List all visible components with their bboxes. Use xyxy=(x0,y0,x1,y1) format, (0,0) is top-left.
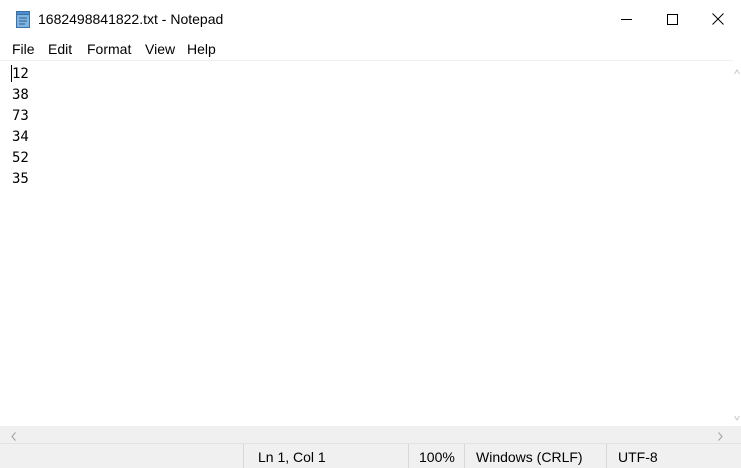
menu-view[interactable]: View xyxy=(145,41,175,57)
minimize-icon xyxy=(620,14,632,25)
close-button[interactable] xyxy=(695,0,741,38)
scroll-up-icon[interactable] xyxy=(734,64,740,75)
maximize-icon xyxy=(666,13,678,25)
close-icon xyxy=(712,13,724,25)
text-line: 35 xyxy=(12,171,29,187)
scroll-left-icon[interactable] xyxy=(9,429,19,441)
menu-help[interactable]: Help xyxy=(187,41,216,57)
text-line: 12 xyxy=(12,66,29,82)
status-cell-encoding: UTF-8 xyxy=(606,444,741,468)
encoding: UTF-8 xyxy=(618,449,658,465)
menu-format[interactable]: Format xyxy=(87,41,131,57)
notepad-icon xyxy=(16,11,30,28)
menu-bar: File Edit Format View Help xyxy=(0,38,741,60)
menu-file[interactable]: File xyxy=(12,41,35,57)
cursor-position: Ln 1, Col 1 xyxy=(258,449,326,465)
text-line: 34 xyxy=(12,129,29,145)
text-caret xyxy=(11,65,12,82)
window-title: 1682498841822.txt - Notepad xyxy=(38,11,224,27)
text-line: 52 xyxy=(12,150,29,166)
status-cell-position: Ln 1, Col 1 xyxy=(243,444,408,468)
title-bar[interactable]: 1682498841822.txt - Notepad xyxy=(0,0,741,38)
maximize-button[interactable] xyxy=(649,0,695,38)
minimize-button[interactable] xyxy=(603,0,649,38)
scroll-right-icon[interactable] xyxy=(715,429,725,441)
line-ending: Windows (CRLF) xyxy=(476,449,583,465)
text-line: 38 xyxy=(12,87,29,103)
vertical-scrollbar[interactable] xyxy=(733,60,741,426)
menu-edit[interactable]: Edit xyxy=(48,41,72,57)
text-editor[interactable]: 12 38 73 34 52 35 xyxy=(0,60,733,426)
text-line: 73 xyxy=(12,108,29,124)
editor-content[interactable]: 12 38 73 34 52 35 xyxy=(12,64,29,190)
zoom-level: 100% xyxy=(419,449,455,465)
status-cell-zoom: 100% xyxy=(408,444,464,468)
horizontal-scrollbar[interactable] xyxy=(0,426,733,443)
scrollbar-corner xyxy=(733,426,741,443)
scroll-down-icon[interactable] xyxy=(734,410,740,421)
status-cell-line-ending: Windows (CRLF) xyxy=(464,444,606,468)
status-bar: Ln 1, Col 1 100% Windows (CRLF) UTF-8 xyxy=(0,443,741,468)
